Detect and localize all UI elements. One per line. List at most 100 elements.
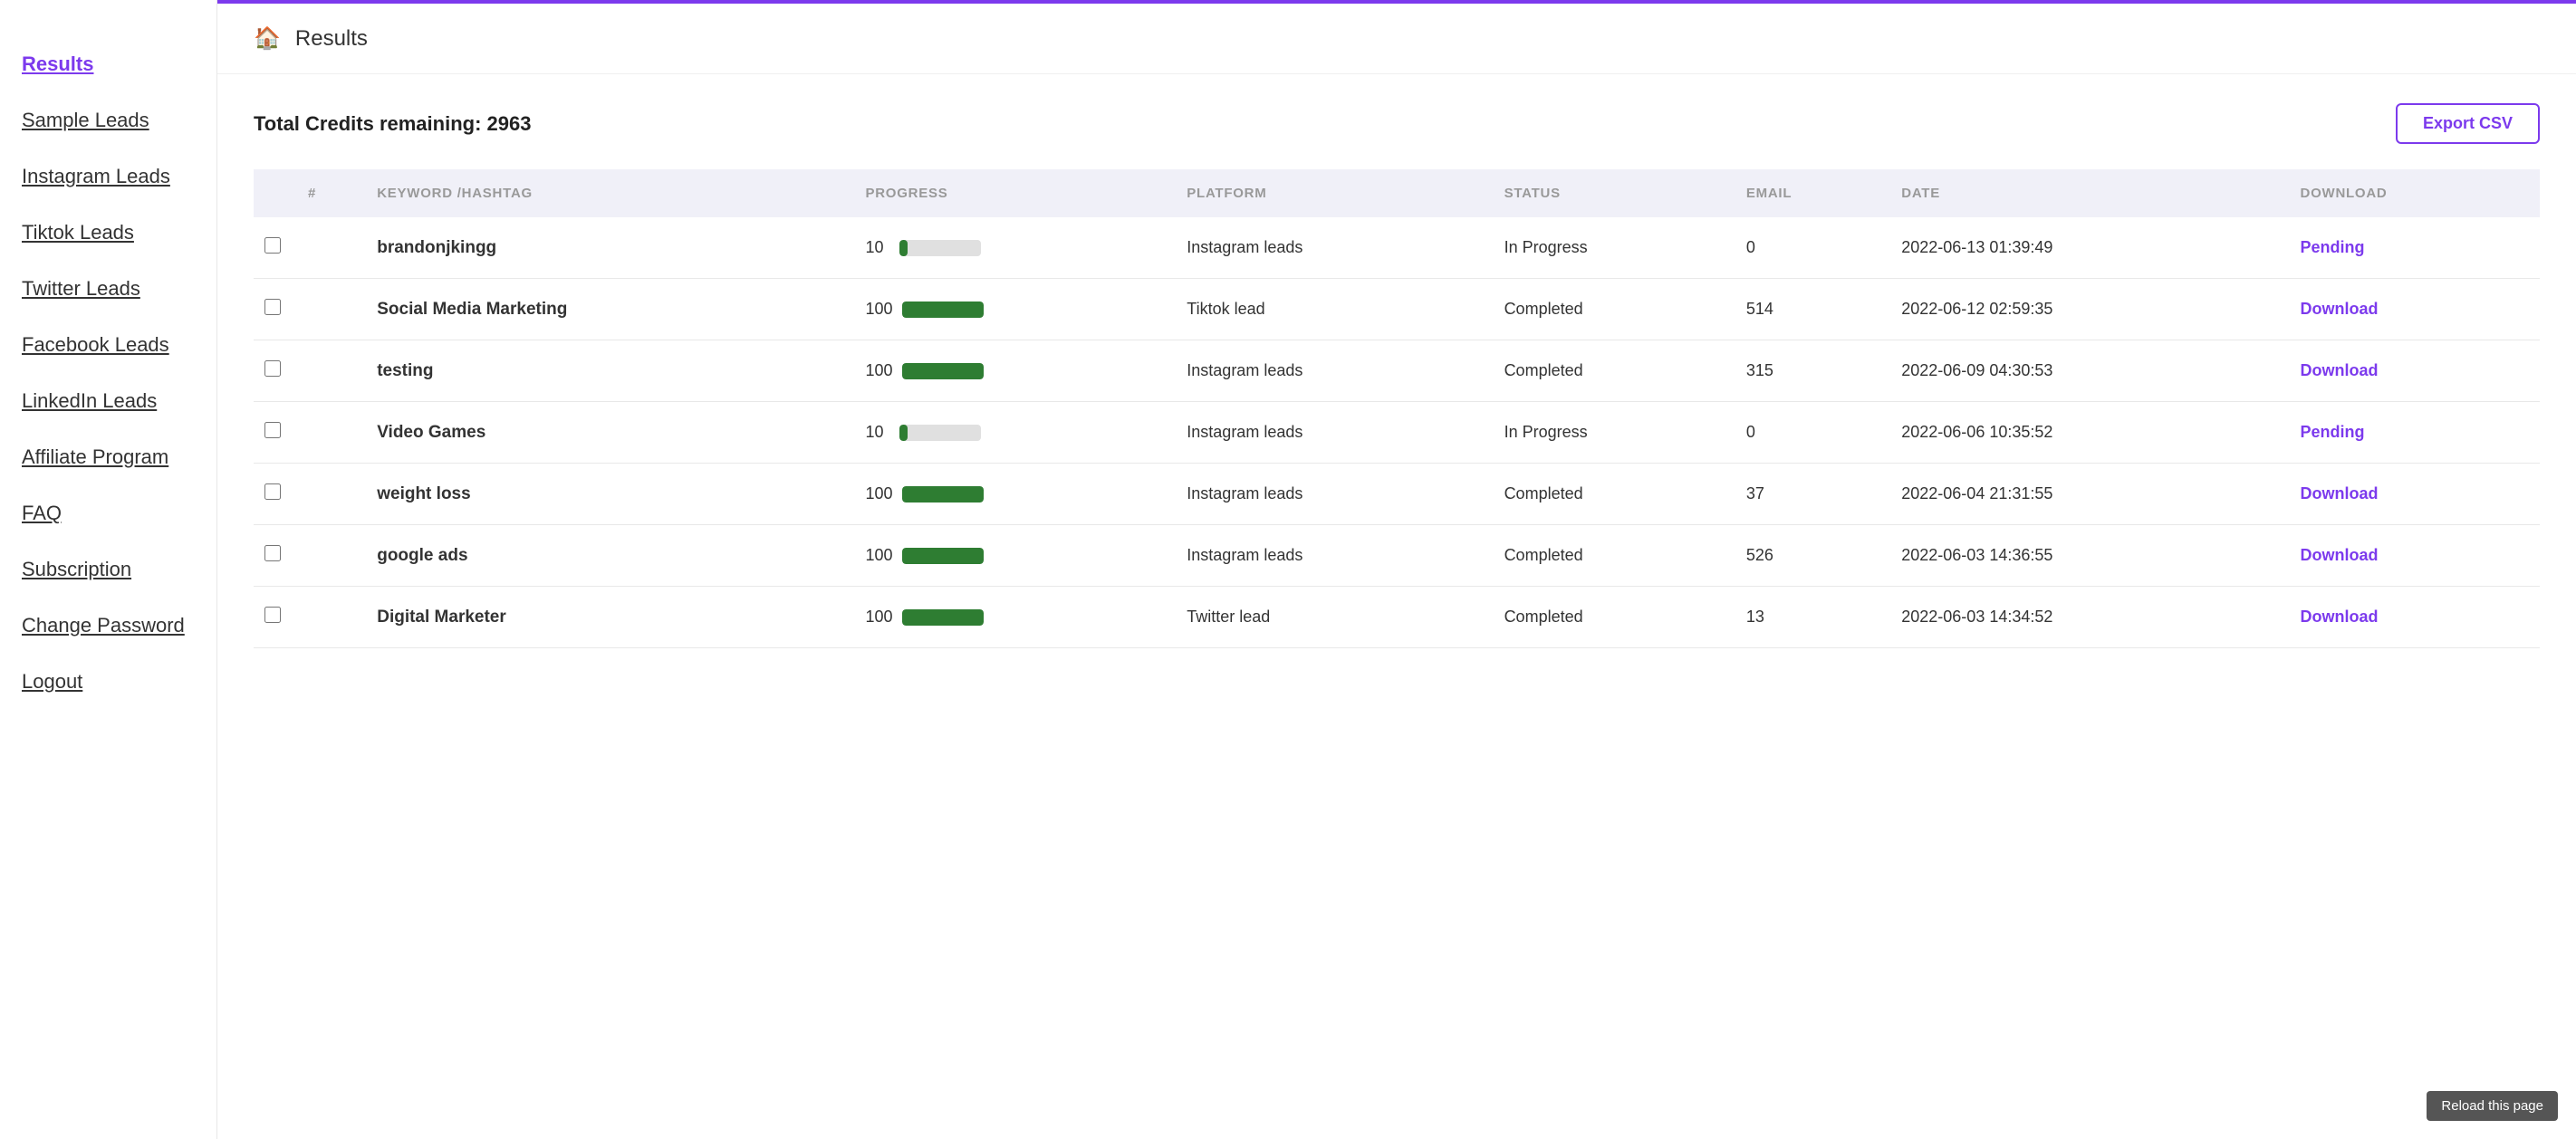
progress-bar-fill: [902, 548, 984, 564]
table-header: # KEYWORD /HASHTAG PROGRESS PLATFORM STA…: [254, 169, 2540, 217]
row-checkbox[interactable]: [264, 422, 281, 438]
header: 🏠 Results: [217, 4, 2576, 74]
results-table: # KEYWORD /HASHTAG PROGRESS PLATFORM STA…: [254, 169, 2540, 648]
row-checkbox[interactable]: [264, 545, 281, 561]
row-date: 2022-06-09 04:30:53: [1890, 340, 2289, 402]
row-num: [297, 525, 366, 587]
main-content: 🏠 Results Total Credits remaining: 2963 …: [217, 0, 2576, 1139]
progress-number: 100: [865, 300, 892, 319]
table-row: Digital Marketer100Twitter leadCompleted…: [254, 587, 2540, 648]
row-email: 514: [1735, 279, 1890, 340]
export-csv-button[interactable]: Export CSV: [2396, 103, 2540, 144]
progress-number: 10: [865, 238, 890, 257]
progress-number: 100: [865, 546, 892, 565]
sidebar-item-twitter-leads[interactable]: Twitter Leads: [0, 261, 216, 317]
sidebar-item-facebook-leads[interactable]: Facebook Leads: [0, 317, 216, 373]
row-keyword: weight loss: [366, 464, 854, 525]
sidebar-item-sample-leads[interactable]: Sample Leads: [0, 92, 216, 148]
sidebar-item-tiktok-leads[interactable]: Tiktok Leads: [0, 205, 216, 261]
sidebar-item-logout[interactable]: Logout: [0, 654, 216, 710]
download-button[interactable]: Download: [2301, 361, 2379, 380]
table-row: testing100Instagram leadsCompleted315202…: [254, 340, 2540, 402]
progress-bar-bg: [902, 548, 984, 564]
table-row: Social Media Marketing100Tiktok leadComp…: [254, 279, 2540, 340]
table-row: brandonjkingg10Instagram leadsIn Progres…: [254, 217, 2540, 279]
row-progress: 10: [854, 402, 1176, 464]
progress-number: 10: [865, 423, 890, 442]
row-status: Completed: [1494, 525, 1735, 587]
row-checkbox[interactable]: [264, 360, 281, 377]
row-progress: 100: [854, 279, 1176, 340]
progress-number: 100: [865, 361, 892, 380]
home-icon[interactable]: 🏠: [254, 25, 281, 52]
row-platform: Twitter lead: [1176, 587, 1493, 648]
col-download: DOWNLOAD: [2290, 169, 2540, 217]
row-progress: 10: [854, 217, 1176, 279]
row-date: 2022-06-03 14:36:55: [1890, 525, 2289, 587]
row-platform: Instagram leads: [1176, 340, 1493, 402]
row-download-cell: Download: [2290, 587, 2540, 648]
col-email: EMAIL: [1735, 169, 1890, 217]
row-date: 2022-06-12 02:59:35: [1890, 279, 2289, 340]
table-body: brandonjkingg10Instagram leadsIn Progres…: [254, 217, 2540, 648]
col-num: #: [297, 169, 366, 217]
row-download-cell: Download: [2290, 340, 2540, 402]
sidebar-item-affiliate-program[interactable]: Affiliate Program: [0, 429, 216, 485]
progress-bar-bg: [902, 486, 984, 502]
sidebar-item-faq[interactable]: FAQ: [0, 485, 216, 541]
row-num: [297, 402, 366, 464]
row-checkbox[interactable]: [264, 237, 281, 254]
col-platform: PLATFORM: [1176, 169, 1493, 217]
row-platform: Instagram leads: [1176, 402, 1493, 464]
sidebar-item-subscription[interactable]: Subscription: [0, 541, 216, 598]
col-keyword: KEYWORD /HASHTAG: [366, 169, 854, 217]
row-progress: 100: [854, 464, 1176, 525]
row-download-cell: Pending: [2290, 217, 2540, 279]
row-num: [297, 464, 366, 525]
row-date: 2022-06-06 10:35:52: [1890, 402, 2289, 464]
reload-tooltip: Reload this page: [2427, 1091, 2558, 1121]
download-button[interactable]: Download: [2301, 300, 2379, 319]
pending-label: Pending: [2301, 238, 2365, 256]
credits-text: Total Credits remaining: 2963: [254, 112, 531, 136]
row-num: [297, 217, 366, 279]
progress-bar-fill: [899, 425, 908, 441]
col-progress: PROGRESS: [854, 169, 1176, 217]
sidebar-item-change-password[interactable]: Change Password: [0, 598, 216, 654]
row-keyword: Video Games: [366, 402, 854, 464]
row-download-cell: Pending: [2290, 402, 2540, 464]
col-date: DATE: [1890, 169, 2289, 217]
row-keyword: Social Media Marketing: [366, 279, 854, 340]
row-download-cell: Download: [2290, 279, 2540, 340]
download-button[interactable]: Download: [2301, 546, 2379, 565]
sidebar-item-instagram-leads[interactable]: Instagram Leads: [0, 148, 216, 205]
progress-bar-fill: [902, 609, 984, 626]
row-checkbox[interactable]: [264, 607, 281, 623]
page-title: Results: [295, 26, 368, 52]
table-row: Video Games10Instagram leadsIn Progress0…: [254, 402, 2540, 464]
progress-bar-bg: [899, 425, 981, 441]
row-checkbox[interactable]: [264, 483, 281, 500]
row-platform: Instagram leads: [1176, 217, 1493, 279]
row-email: 37: [1735, 464, 1890, 525]
row-email: 13: [1735, 587, 1890, 648]
row-date: 2022-06-04 21:31:55: [1890, 464, 2289, 525]
row-platform: Instagram leads: [1176, 464, 1493, 525]
progress-number: 100: [865, 484, 892, 503]
download-button[interactable]: Download: [2301, 608, 2379, 627]
table-row: weight loss100Instagram leadsCompleted37…: [254, 464, 2540, 525]
progress-bar-fill: [899, 240, 908, 256]
row-status: In Progress: [1494, 217, 1735, 279]
progress-bar-fill: [902, 302, 984, 318]
content-area: Total Credits remaining: 2963 Export CSV…: [217, 74, 2576, 677]
row-num: [297, 340, 366, 402]
row-checkbox[interactable]: [264, 299, 281, 315]
row-status: Completed: [1494, 279, 1735, 340]
sidebar-item-linkedin-leads[interactable]: LinkedIn Leads: [0, 373, 216, 429]
download-button[interactable]: Download: [2301, 484, 2379, 503]
row-keyword: testing: [366, 340, 854, 402]
sidebar-item-results[interactable]: Results: [0, 36, 216, 92]
progress-bar-bg: [902, 609, 984, 626]
row-platform: Instagram leads: [1176, 525, 1493, 587]
sidebar: ResultsSample LeadsInstagram LeadsTiktok…: [0, 0, 217, 1139]
